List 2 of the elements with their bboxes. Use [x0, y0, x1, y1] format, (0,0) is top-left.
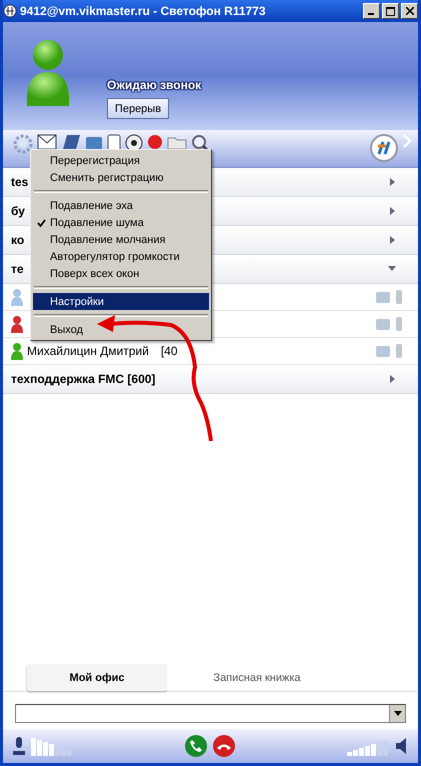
status-text: Ожидаю звонок: [107, 78, 202, 92]
window-title: 9412@vm.vikmaster.ru - Светофон R11773: [20, 4, 266, 18]
